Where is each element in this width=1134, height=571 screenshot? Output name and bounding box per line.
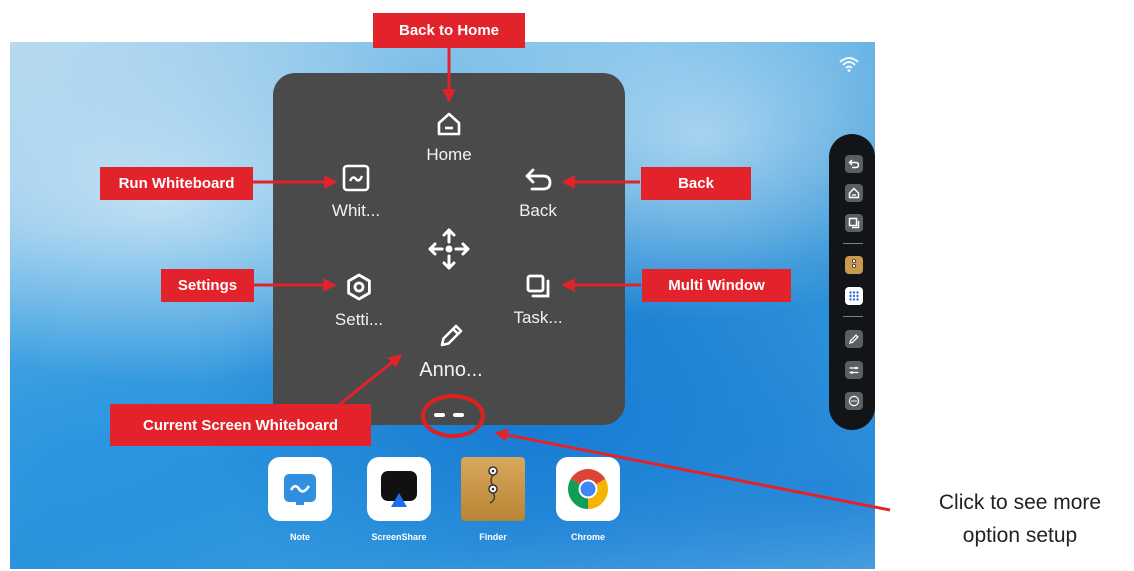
arrow-current-screen-whiteboard bbox=[339, 354, 403, 406]
callout-multi-window: Multi Window bbox=[642, 269, 791, 302]
more-options-note: Click to see more option setup bbox=[900, 486, 1134, 552]
callout-settings: Settings bbox=[161, 269, 254, 302]
note-line-1: Click to see more bbox=[938, 491, 1102, 514]
callout-run-whiteboard: Run Whiteboard bbox=[100, 167, 253, 200]
callout-back-to-home: Back to Home bbox=[373, 13, 525, 48]
note-line-2: option setup bbox=[962, 524, 1078, 547]
callout-current-screen-whiteboard: Current Screen Whiteboard bbox=[110, 404, 371, 446]
arrow-collapse-handle bbox=[494, 428, 891, 512]
callout-back: Back bbox=[641, 167, 751, 200]
